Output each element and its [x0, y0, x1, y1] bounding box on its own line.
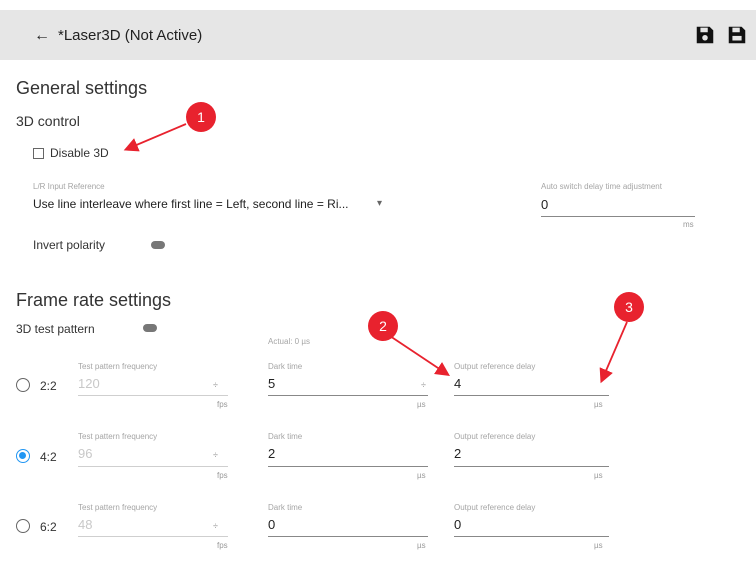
annotation-badge-1: 1 — [186, 102, 216, 132]
annotation-badge-2: 2 — [368, 311, 398, 341]
annotation-arrows — [123, 123, 628, 384]
annotation-arrow-3 — [599, 321, 628, 384]
annotation-badge-3: 3 — [614, 292, 644, 322]
annotation-arrow-2 — [389, 335, 450, 376]
annotation-arrow-1 — [123, 123, 187, 152]
